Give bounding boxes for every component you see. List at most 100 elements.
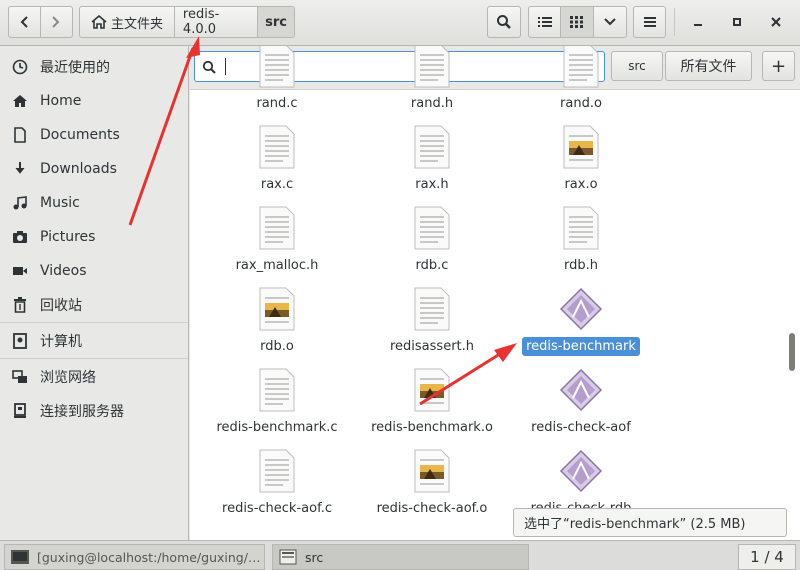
file-name: rax.h	[415, 177, 449, 192]
file-name: redis-check-aof.o	[376, 501, 488, 516]
sidebar-item-label: Home	[40, 93, 82, 109]
text-cursor	[225, 58, 226, 75]
back-button[interactable]	[9, 7, 41, 37]
home-icon	[10, 92, 30, 110]
breadcrumb-home[interactable]: 主文件夹	[80, 7, 175, 37]
sidebar-item-label: Documents	[40, 127, 120, 143]
breadcrumb-label: redis-4.0.0	[182, 7, 220, 37]
file-name: redis-benchmark.o	[371, 420, 493, 435]
search-button[interactable]	[487, 6, 521, 38]
sidebar-item-documents[interactable]: Documents	[0, 120, 188, 150]
search-input[interactable]	[194, 51, 605, 82]
taskbar: [guxing@localhost:/home/guxing/… src 1 /…	[0, 540, 800, 570]
sidebar-item-music[interactable]: Music	[0, 188, 188, 218]
search-scope-current[interactable]: src	[611, 51, 663, 81]
file-view: src 所有文件 + rand.c rand.h rand.o rax.c rax.h r…	[190, 46, 800, 540]
sidebar-item-label: 计算机	[40, 334, 82, 350]
sidebar-item-label: Videos	[40, 263, 87, 279]
text-file-icon	[414, 46, 450, 88]
file-name: rand.c	[256, 96, 298, 111]
maximize-icon	[733, 18, 741, 26]
file-name: rdb.o	[260, 339, 294, 354]
sidebar-item-label: Downloads	[40, 161, 117, 177]
file-name: redis-check-aof	[531, 420, 631, 435]
view-switcher	[528, 6, 627, 38]
home-icon	[91, 15, 107, 29]
sidebar: 最近使用的 Home Documents Downloads Music Pic…	[0, 46, 189, 540]
file-name: rax.c	[260, 177, 294, 192]
breadcrumb-src[interactable]: src	[258, 7, 294, 37]
text-file-icon	[414, 206, 450, 250]
search-scope-all[interactable]: 所有文件	[665, 51, 752, 81]
sidebar-item-label: Pictures	[40, 229, 96, 245]
view-options-button[interactable]	[594, 7, 626, 37]
grid-icon	[570, 16, 583, 28]
sidebar-item-network[interactable]: 浏览网络	[0, 362, 188, 392]
file-name: rand.o	[560, 96, 602, 111]
task-terminal[interactable]: [guxing@localhost:/home/guxing/…	[4, 544, 265, 570]
text-file-icon	[259, 46, 295, 88]
sidebar-item-videos[interactable]: Videos	[0, 256, 188, 286]
image-file-icon	[414, 368, 450, 412]
task-files[interactable]: src	[272, 544, 529, 570]
grid-view-button[interactable]	[561, 7, 594, 37]
close-button[interactable]	[768, 14, 784, 30]
sidebar-item-trash[interactable]: 回收站	[0, 290, 188, 320]
image-file-icon	[414, 449, 450, 493]
computer-icon	[10, 332, 30, 350]
clock-icon	[10, 58, 30, 76]
sidebar-item-pictures[interactable]: Pictures	[0, 222, 188, 252]
sidebar-item-label: 回收站	[40, 298, 82, 314]
executable-icon	[559, 449, 603, 493]
image-file-icon	[563, 125, 599, 169]
terminal-icon	[11, 550, 29, 564]
list-view-button[interactable]	[529, 7, 561, 37]
image-file-icon	[259, 287, 295, 331]
file-name: redisassert.h	[389, 339, 475, 354]
scrollbar[interactable]	[789, 333, 795, 371]
sidebar-item-home[interactable]: Home	[0, 86, 188, 116]
add-label: +	[770, 55, 787, 77]
breadcrumb-label: src	[265, 14, 287, 30]
task-label: src	[305, 549, 324, 565]
maximize-button[interactable]	[729, 14, 745, 30]
file-name: rdb.h	[564, 258, 598, 273]
breadcrumb-redis[interactable]: redis-4.0.0	[175, 7, 258, 37]
chevron-right-icon	[52, 16, 60, 28]
hamburger-icon	[643, 17, 656, 27]
sidebar-separator	[0, 322, 188, 323]
network-icon	[10, 368, 30, 386]
search-icon	[202, 60, 216, 74]
camera-icon	[10, 228, 30, 246]
sidebar-item-label: Music	[40, 195, 80, 211]
text-file-icon	[259, 125, 295, 169]
header-bar: 主文件夹 redis-4.0.0 src	[0, 0, 800, 46]
text-file-icon	[563, 46, 599, 88]
add-filter-button[interactable]: +	[762, 51, 795, 81]
executable-icon	[559, 287, 603, 331]
breadcrumb-label: 主文件夹	[110, 16, 163, 32]
video-icon	[10, 262, 30, 280]
sidebar-item-computer[interactable]: 计算机	[0, 326, 188, 356]
text-file-icon	[259, 449, 295, 493]
file-name: redis-benchmark	[522, 337, 640, 356]
menu-button[interactable]	[633, 6, 666, 38]
sidebar-item-connect-server[interactable]: 连接到服务器	[0, 396, 188, 426]
close-icon	[771, 17, 781, 27]
text-file-icon	[414, 287, 450, 331]
forward-button[interactable]	[41, 7, 72, 37]
list-icon	[537, 17, 552, 27]
download-icon	[10, 160, 30, 178]
workspace-indicator[interactable]: 1 / 4	[738, 544, 796, 570]
minimize-button[interactable]	[690, 14, 706, 30]
history-nav	[8, 6, 73, 38]
sidebar-item-downloads[interactable]: Downloads	[0, 154, 188, 184]
breadcrumb: 主文件夹 redis-4.0.0 src	[79, 6, 295, 38]
sidebar-item-label: 最近使用的	[40, 60, 110, 76]
sidebar-item-recent[interactable]: 最近使用的	[0, 52, 188, 82]
task-label: [guxing@localhost:/home/guxing/…	[37, 549, 261, 565]
text-file-icon	[259, 206, 295, 250]
workspace-label: 1 / 4	[750, 548, 784, 566]
file-name: rax_malloc.h	[235, 258, 319, 273]
file-name: rdb.c	[415, 258, 449, 273]
